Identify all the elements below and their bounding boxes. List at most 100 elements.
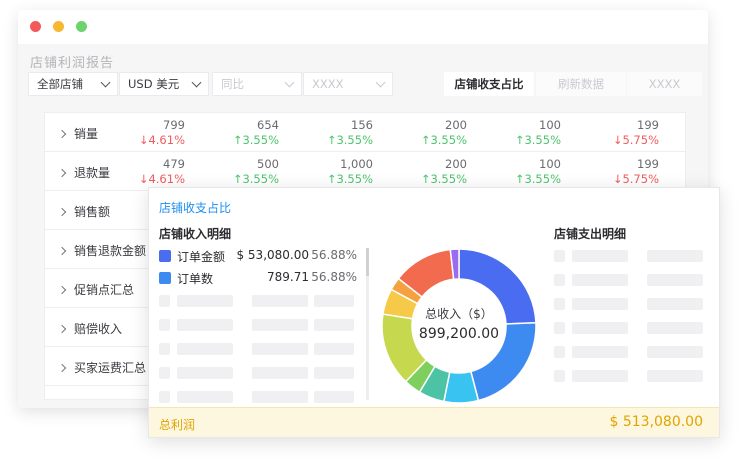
chevron-down-icon [191,77,202,88]
table-cell: 100 ↑3.55% [467,118,561,148]
extra-select[interactable]: XXXX [303,72,393,96]
chevron-right-icon[interactable] [57,129,67,139]
title-bar [18,10,708,44]
skeleton-text [647,322,703,334]
legend-item[interactable]: 订单金额 $ 53,080.00 56.88% [159,248,359,264]
table-cell: 200 ↑3.55% [373,118,467,148]
legend-swatch [159,250,171,262]
cell-change: ↑3.55% [326,133,373,147]
extra-select-value: XXXX [312,77,344,91]
chevron-right-icon[interactable] [57,363,67,373]
table-cell: 200 ↑3.55% [373,157,467,187]
chevron-right-icon[interactable] [57,246,67,256]
maximize-window-button[interactable] [76,21,87,32]
refresh-button[interactable]: 刷新数据 [536,72,626,96]
cell-change: ↑3.55% [514,172,561,186]
income-donut-chart: 总收入（$） 899,200.00 [381,248,537,404]
row-label-text: 促销点汇总 [74,283,135,297]
minimize-window-button[interactable] [53,21,64,32]
skeleton-text [314,319,354,331]
legend-item[interactable]: 订单数 789.71 56.88% [159,270,359,286]
share-button[interactable]: 店铺收支占比 [444,72,534,96]
skeleton-text [177,367,233,379]
cell-value: 799 [163,118,185,132]
table-cell: 500 ↑3.55% [185,157,279,187]
cell-change: ↑3.55% [232,172,279,186]
skeleton-checkbox [159,391,170,403]
total-profit-label: 总利润 [159,418,196,432]
store-select[interactable]: 全部店铺 [28,72,118,96]
legend-value: 789.71 [267,270,309,284]
income-scrollbar[interactable] [366,248,369,400]
cell-value: 200 [445,118,467,132]
cell-value: 654 [257,118,279,132]
table-cell: 100 ↑3.55% [467,157,561,187]
currency-select[interactable]: USD 美元 [119,72,209,96]
chevron-right-icon[interactable] [57,207,67,217]
cell-change: ↓5.75% [612,172,659,186]
skeleton-text [572,298,628,310]
cell-change: ↑3.55% [420,172,467,186]
skeleton-text [177,295,233,307]
cell-change: ↓4.61% [138,172,185,186]
skeleton-checkbox [554,250,565,262]
skeleton-text [252,367,308,379]
page-title: 店铺利润报告 [30,56,115,71]
donut-center-value: 899,200.00 [419,326,499,342]
extra-button[interactable]: XXXX [627,72,702,96]
legend-name: 订单金额 [177,250,226,264]
row-label-text: 赔偿收入 [74,322,123,336]
legend-swatch [159,272,171,284]
expense-section-title: 店铺支出明细 [554,227,627,241]
row-label: 销售退款金额 [57,242,147,259]
table-cell: 1,000 ↑3.55% [279,157,373,187]
cell-value: 479 [163,157,185,171]
skeleton-text [314,391,354,403]
row-label-text: 销售额 [74,205,111,219]
close-window-button[interactable] [30,21,41,32]
skeleton-text [572,346,628,358]
cell-change: ↓5.75% [612,133,659,147]
row-label-text: 销售退款金额 [74,244,147,258]
skeleton-text [252,295,308,307]
card-title: 店铺收支占比 [159,201,232,215]
skeleton-text [572,370,628,382]
table-cell: 199 ↓5.75% [565,157,659,187]
skeleton-checkbox [159,343,170,355]
filter-bar: 全部店铺 USD 美元 同比 XXXX 店铺收支占比 刷新数据 XXXX [28,72,702,96]
legend-percent: 56.88% [311,270,357,284]
table-cell: 479 ↓4.61% [91,157,185,187]
cell-change: ↓4.61% [138,133,185,147]
table-row[interactable]: 退款量 479 ↓4.61% 500 ↑3.55% 1,000 ↑3.55% 200 ↑3.55… [45,152,685,191]
skeleton-text [252,391,308,403]
skeleton-text [177,319,233,331]
skeleton-text [647,370,703,382]
total-profit-value: $ 513,080.00 [609,414,703,430]
skeleton-checkbox [159,367,170,379]
total-profit-bar: 总利润 $ 513,080.00 [149,407,719,437]
skeleton-text [314,295,354,307]
chevron-right-icon[interactable] [57,168,67,178]
row-label: 买家运费汇总 [57,359,146,376]
income-expense-card: 店铺收支占比 店铺收入明细 店铺支出明细 订单金额 $ 53,080.00 56… [148,187,720,438]
skeleton-text [572,250,628,262]
currency-select-value: USD 美元 [128,77,180,91]
compare-select[interactable]: 同比 [212,72,302,96]
skeleton-checkbox [554,346,565,358]
cell-value: 500 [257,157,279,171]
cell-change: ↑3.55% [420,133,467,147]
skeleton-text [177,343,233,355]
chevron-right-icon[interactable] [57,285,67,295]
skeleton-text [572,322,628,334]
skeleton-text [177,391,233,403]
compare-select-value: 同比 [221,77,244,91]
skeleton-checkbox [554,298,565,310]
chevron-right-icon[interactable] [57,324,67,334]
legend-name: 订单数 [177,272,214,286]
skeleton-text [314,343,354,355]
skeleton-checkbox [159,295,170,307]
table-row[interactable]: 销量 799 ↓4.61% 654 ↑3.55% 156 ↑3.55% 200 ↑3.55% 10… [45,113,685,152]
scrollbar-thumb[interactable] [366,248,369,276]
cell-change: ↑3.55% [232,133,279,147]
skeleton-checkbox [554,274,565,286]
